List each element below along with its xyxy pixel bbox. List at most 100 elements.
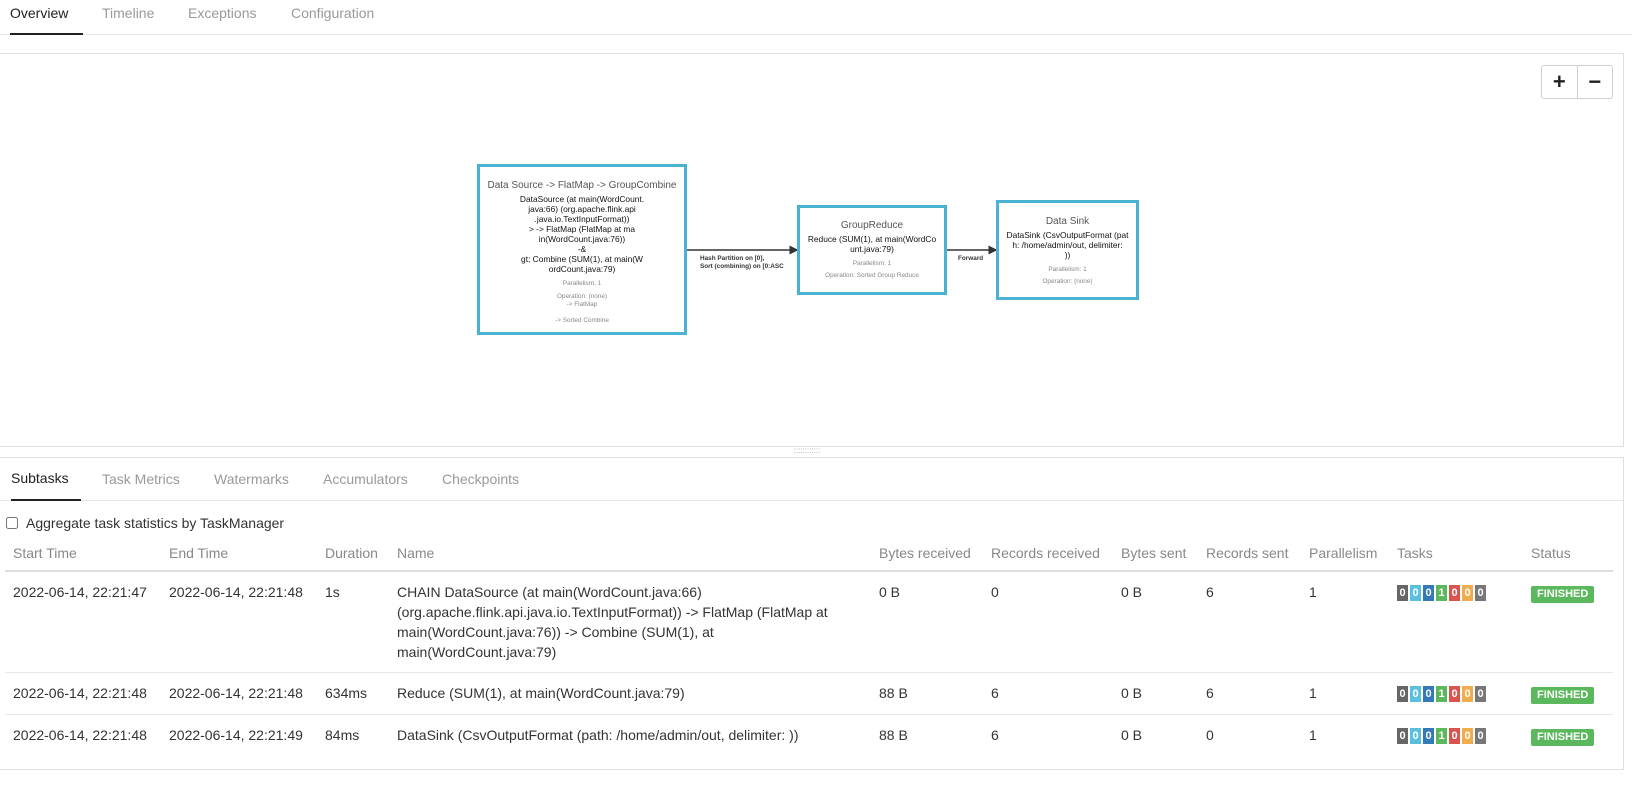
task-count-badge: 1 — [1436, 686, 1447, 702]
node-title: Data Source -> FlatMap -> GroupCombine — [487, 180, 677, 191]
tab-task-metrics[interactable]: Task Metrics — [102, 458, 180, 501]
node-description: DataSource (at main(WordCount. java:66) … — [519, 194, 645, 274]
task-count-badge: 0 — [1397, 728, 1408, 744]
cell-records-sent: 0 — [1206, 727, 1214, 743]
cell-status: FINISHED — [1523, 672, 1613, 715]
task-count-badge: 0 — [1397, 585, 1408, 601]
tab-timeline[interactable]: Timeline — [102, 0, 154, 35]
column-header[interactable]: Name — [389, 536, 871, 572]
cell-start: 2022-06-14, 22:21:48 — [5, 672, 161, 715]
task-count-badge: 0 — [1423, 585, 1434, 601]
column-header[interactable]: Tasks — [1389, 536, 1523, 572]
cell-parallelism: 1 — [1301, 571, 1389, 673]
cell-status: FINISHED — [1523, 571, 1613, 673]
cell-start: 2022-06-14, 22:21:47 — [5, 571, 161, 673]
cell-records-received: 6 — [991, 727, 999, 743]
column-header[interactable]: End Time — [161, 536, 317, 572]
task-count-badge: 0 — [1449, 728, 1460, 744]
column-header[interactable]: Parallelism — [1301, 536, 1389, 572]
cell-tasks: 0001000 — [1389, 571, 1523, 673]
cell-tasks: 0001000 — [1389, 715, 1523, 757]
job-graph[interactable]: + − Data Source -> FlatMap -> GroupCombi… — [0, 53, 1624, 447]
node-description: DataSink (CsvOutputFormat (pat h: /home/… — [1006, 230, 1129, 260]
cell-bytes-sent: 0 B — [1113, 672, 1198, 715]
cell-end: 2022-06-14, 22:21:48 — [161, 672, 317, 715]
tab-accumulators[interactable]: Accumulators — [323, 458, 408, 501]
subtasks-table: Start Time End Time Duration Name Bytes … — [5, 536, 1613, 756]
detail-tabs: Subtasks Task Metrics Watermarks Accumul… — [0, 458, 1623, 501]
task-status-counts: 0001000 — [1397, 728, 1515, 744]
task-count-badge: 0 — [1462, 686, 1473, 702]
node-description: Reduce (SUM(1), at main(WordCo unt.java:… — [807, 234, 937, 254]
tab-checkpoints[interactable]: Checkpoints — [442, 458, 519, 501]
task-count-badge: 0 — [1462, 585, 1473, 601]
tab-overview[interactable]: Overview — [10, 0, 83, 35]
cell-bytes-sent: 0 B — [1121, 727, 1143, 743]
cell-end: 2022-06-14, 22:21:48 — [161, 571, 317, 673]
node-title: GroupReduce — [840, 220, 904, 231]
task-count-badge: 0 — [1410, 728, 1421, 744]
cell-bytes-received: 0 B — [871, 571, 983, 673]
node-operation: Operation: (none) -> FlatMap -> Sorted C… — [555, 293, 609, 324]
task-count-badge: 0 — [1449, 585, 1460, 601]
task-count-badge: 0 — [1475, 728, 1486, 744]
column-header[interactable]: Records received — [983, 536, 1113, 572]
graph-node-groupreduce[interactable]: GroupReduce Reduce (SUM(1), at main(Word… — [797, 205, 947, 295]
table-header-row: Start Time End Time Duration Name Bytes … — [5, 536, 1613, 572]
cell-bytes-received: 88 B — [871, 672, 983, 715]
cell-end: 2022-06-14, 22:21:49 — [169, 727, 303, 743]
task-count-badge: 0 — [1397, 686, 1408, 702]
column-header[interactable]: Start Time — [5, 536, 161, 572]
tab-subtasks[interactable]: Subtasks — [11, 458, 81, 501]
cell-records-received: 0 — [983, 571, 1113, 673]
tab-exceptions[interactable]: Exceptions — [188, 0, 256, 35]
cell-name: Reduce (SUM(1), at main(WordCount.java:7… — [389, 672, 871, 715]
graph-node-datasink[interactable]: Data Sink DataSink (CsvOutputFormat (pat… — [996, 200, 1139, 300]
aggregate-option[interactable]: Aggregate task statistics by TaskManager — [6, 515, 284, 531]
cell-name: CHAIN DataSource (at main(WordCount.java… — [389, 571, 871, 673]
resize-handle[interactable]: :::::::::::: — [790, 448, 824, 453]
task-count-badge: 0 — [1423, 686, 1434, 702]
cell-parallelism: 1 — [1309, 727, 1317, 743]
cell-records-sent: 6 — [1198, 672, 1301, 715]
vertex-detail-panel: Subtasks Task Metrics Watermarks Accumul… — [0, 457, 1624, 770]
aggregate-checkbox[interactable] — [6, 517, 18, 529]
column-header[interactable]: Records sent — [1198, 536, 1301, 572]
edge-label-hash-partition: Hash Partition on [0], Sort (combining) … — [700, 255, 784, 270]
tab-configuration[interactable]: Configuration — [291, 0, 374, 35]
node-operation: Operation: Sorted Group Reduce — [825, 272, 919, 279]
status-badge: FINISHED — [1531, 586, 1595, 603]
cell-records-sent: 6 — [1198, 571, 1301, 673]
task-count-badge: 0 — [1475, 686, 1486, 702]
node-operation: Operation: (none) — [1042, 278, 1093, 285]
cell-duration: 1s — [317, 571, 389, 673]
cell-duration: 634ms — [317, 672, 389, 715]
column-header[interactable]: Bytes received — [871, 536, 983, 572]
cell-duration: 84ms — [325, 727, 360, 743]
task-count-badge: 1 — [1436, 585, 1447, 601]
status-badge: FINISHED — [1531, 729, 1595, 746]
task-count-badge: 0 — [1449, 686, 1460, 702]
cell-status: FINISHED — [1523, 715, 1613, 757]
task-count-badge: 0 — [1410, 686, 1421, 702]
column-header[interactable]: Bytes sent — [1113, 536, 1198, 572]
edge-label-forward: Forward — [958, 255, 984, 262]
table-row[interactable]: 2022-06-14, 22:21:48 2022-06-14, 22:21:48… — [5, 672, 1613, 715]
node-title: Data Sink — [1045, 216, 1090, 227]
tab-watermarks[interactable]: Watermarks — [214, 458, 289, 501]
graph-node-datasource[interactable]: Data Source -> FlatMap -> GroupCombine D… — [477, 164, 687, 335]
status-badge: FINISHED — [1531, 687, 1595, 704]
column-header[interactable]: Status — [1523, 536, 1613, 572]
job-tabs: Overview Timeline Exceptions Configurati… — [0, 0, 1632, 35]
task-count-badge: 0 — [1462, 728, 1473, 744]
column-header[interactable]: Duration — [317, 536, 389, 572]
task-count-badge: 0 — [1475, 585, 1486, 601]
cell-records-received: 6 — [983, 672, 1113, 715]
table-row[interactable]: 2022-06-14, 22:21:47 2022-06-14, 22:21:48… — [5, 571, 1613, 673]
task-count-badge: 1 — [1436, 728, 1447, 744]
aggregate-label: Aggregate task statistics by TaskManager — [26, 515, 285, 531]
table-row[interactable]: 2022-06-14, 22:21:48 2022-06-14, 22:21:49… — [5, 715, 1613, 757]
task-status-counts: 0001000 — [1397, 585, 1515, 601]
task-status-counts: 0001000 — [1397, 686, 1515, 702]
node-parallelism: Parallelism: 1 — [1048, 266, 1087, 273]
